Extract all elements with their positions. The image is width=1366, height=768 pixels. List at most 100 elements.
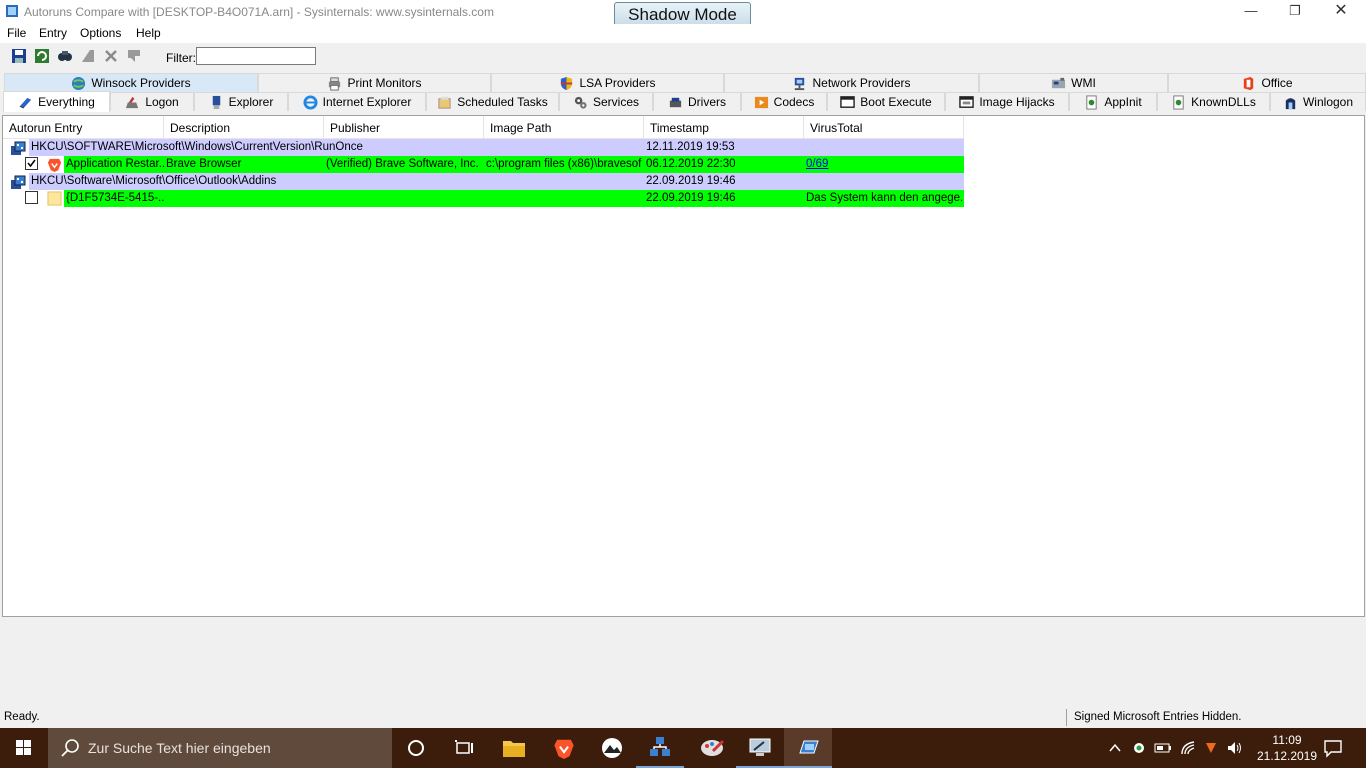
brave-lion-icon — [47, 158, 62, 172]
menu-help[interactable]: Help — [136, 26, 161, 40]
menu-file[interactable]: File — [7, 26, 26, 40]
tab-services[interactable]: Services — [559, 92, 653, 111]
tab-label: Winsock Providers — [91, 76, 191, 90]
task-view-button[interactable] — [440, 728, 488, 768]
find-icon[interactable] — [57, 48, 73, 64]
virustotal-link[interactable]: 0/69 — [806, 158, 962, 170]
tab-label: Services — [592, 95, 639, 109]
restore-icon[interactable]: ❐ — [1272, 0, 1318, 24]
tab-appinit[interactable]: AppInit — [1069, 92, 1157, 111]
tab-label: Image Hijacks — [979, 95, 1055, 109]
tab-explorer[interactable]: Explorer — [194, 92, 288, 111]
table-row[interactable]: Application Restar... Brave Browser (Ver… — [3, 156, 964, 173]
drivers-icon — [669, 97, 682, 107]
tray-status-icon[interactable] — [1132, 741, 1146, 755]
tab-label: Scheduled Tasks — [457, 95, 548, 109]
entry-image-path: c:\program files (x86)\bravesof... — [486, 158, 642, 170]
toolbar: Filter: — [0, 43, 1366, 71]
status-bar: Ready. Signed Microsoft Entries Hidden. — [0, 706, 1366, 728]
save-icon[interactable] — [11, 48, 27, 64]
taskbar: Zur Suche Text hier eingeben 11:09 21.12… — [0, 728, 1366, 768]
cortana-circle-icon — [408, 740, 424, 756]
internet-explorer-icon — [303, 94, 318, 110]
tab-label: Winlogon — [1302, 95, 1354, 109]
tab-internet-explorer[interactable]: Internet Explorer — [288, 92, 426, 111]
everything-icon — [19, 97, 32, 109]
tab-scheduled-tasks[interactable]: Scheduled Tasks — [426, 92, 559, 111]
entry-enabled-checkbox[interactable] — [25, 191, 38, 204]
table-row[interactable]: {D1F5734E-5415-... 22.09.2019 19:46 Das … — [3, 190, 964, 207]
minimize-icon[interactable]: — — [1228, 0, 1274, 24]
entry-virustotal: Das System kann den angege... — [806, 192, 962, 204]
tab-office[interactable]: Office — [1168, 73, 1366, 92]
filter-label: Filter: — [166, 51, 196, 65]
cortana-button[interactable] — [392, 728, 440, 768]
tab-print-monitors[interactable]: Print Monitors — [258, 73, 491, 92]
properties-icon[interactable] — [80, 48, 96, 64]
wmi-icon — [1052, 77, 1066, 88]
tab-network-providers[interactable]: Network Providers — [724, 73, 979, 92]
logon-icon — [126, 96, 139, 108]
tab-knowndlls[interactable]: KnownDLLs — [1157, 92, 1270, 111]
close-icon[interactable]: ✕ — [1318, 0, 1364, 24]
taskbar-network-tool[interactable] — [636, 728, 684, 768]
taskbar-clock[interactable]: 11:09 21.12.2019 — [1256, 732, 1318, 764]
paint-palette-icon — [701, 739, 725, 756]
chevron-up-icon[interactable] — [1108, 741, 1122, 755]
jump-icon[interactable] — [126, 48, 142, 64]
filter-input[interactable] — [196, 47, 316, 65]
tab-image-hijacks[interactable]: Image Hijacks — [945, 92, 1069, 111]
column-header-timestamp[interactable]: Timestamp — [644, 116, 804, 139]
taskbar-paint-app[interactable] — [688, 728, 736, 768]
tab-label: Network Providers — [812, 76, 911, 90]
tab-winsock-providers[interactable]: Winsock Providers — [4, 73, 258, 92]
tab-label: AppInit — [1104, 95, 1142, 109]
vpn-shield-icon[interactable] — [1204, 740, 1218, 756]
column-header-description[interactable]: Description — [164, 116, 324, 139]
tab-winlogon[interactable]: Winlogon — [1270, 92, 1366, 111]
tab-lsa-providers[interactable]: LSA Providers — [491, 73, 724, 92]
column-header-publisher[interactable]: Publisher — [324, 116, 484, 139]
printer-icon — [329, 76, 341, 91]
column-header-image-path[interactable]: Image Path — [484, 116, 644, 139]
taskbar-file-explorer[interactable] — [490, 728, 538, 768]
office-icon — [1244, 76, 1254, 90]
tab-wmi[interactable]: WMI — [979, 73, 1168, 92]
tab-boot-execute[interactable]: Boot Execute — [827, 92, 945, 111]
table-row-group[interactable]: HKCU\SOFTWARE\Microsoft\Windows\CurrentV… — [3, 139, 964, 156]
system-tray — [1106, 728, 1256, 768]
entry-enabled-checkbox[interactable] — [25, 157, 38, 170]
wifi-icon[interactable] — [1180, 740, 1196, 756]
taskbar-autoruns-1[interactable] — [736, 728, 784, 768]
delete-icon[interactable] — [103, 48, 119, 64]
table-row-group[interactable]: HKCU\Software\Microsoft\Office\Outlook\A… — [3, 173, 964, 190]
tab-label: Internet Explorer — [322, 95, 412, 109]
taskbar-brave[interactable] — [540, 728, 588, 768]
entry-name: {D1F5734E-5415-... — [66, 192, 164, 204]
tab-codecs[interactable]: Codecs — [741, 92, 827, 111]
autoruns-taskbar-icon — [799, 740, 819, 754]
menu-options[interactable]: Options — [80, 26, 121, 40]
globe-icon — [72, 76, 86, 90]
refresh-icon[interactable] — [34, 48, 50, 64]
tab-logon[interactable]: Logon — [110, 92, 194, 111]
volume-icon[interactable] — [1226, 740, 1244, 756]
tab-drivers[interactable]: Drivers — [653, 92, 741, 111]
tab-everything[interactable]: Everything — [3, 91, 110, 112]
start-button[interactable] — [0, 728, 48, 768]
taskbar-autoruns-2[interactable] — [784, 728, 832, 768]
taskbar-search-box[interactable]: Zur Suche Text hier eingeben — [48, 728, 392, 768]
notification-center-icon[interactable] — [1323, 738, 1343, 758]
battery-icon[interactable] — [1154, 741, 1172, 755]
taskbar-photos[interactable] — [588, 728, 636, 768]
menu-entry[interactable]: Entry — [39, 26, 67, 40]
group-timestamp: 12.11.2019 19:53 — [646, 141, 735, 153]
network-tool-icon — [650, 737, 670, 756]
tab-label: LSA Providers — [579, 76, 656, 90]
column-header-virustotal[interactable]: VirusTotal — [804, 116, 964, 139]
column-header-autorun-entry[interactable]: Autorun Entry — [3, 116, 164, 139]
tab-label: Office — [1261, 76, 1293, 90]
network-icon — [795, 77, 805, 90]
photos-app-icon — [602, 738, 622, 758]
autoruns-list[interactable]: Autorun Entry Description Publisher Imag… — [2, 115, 1365, 617]
